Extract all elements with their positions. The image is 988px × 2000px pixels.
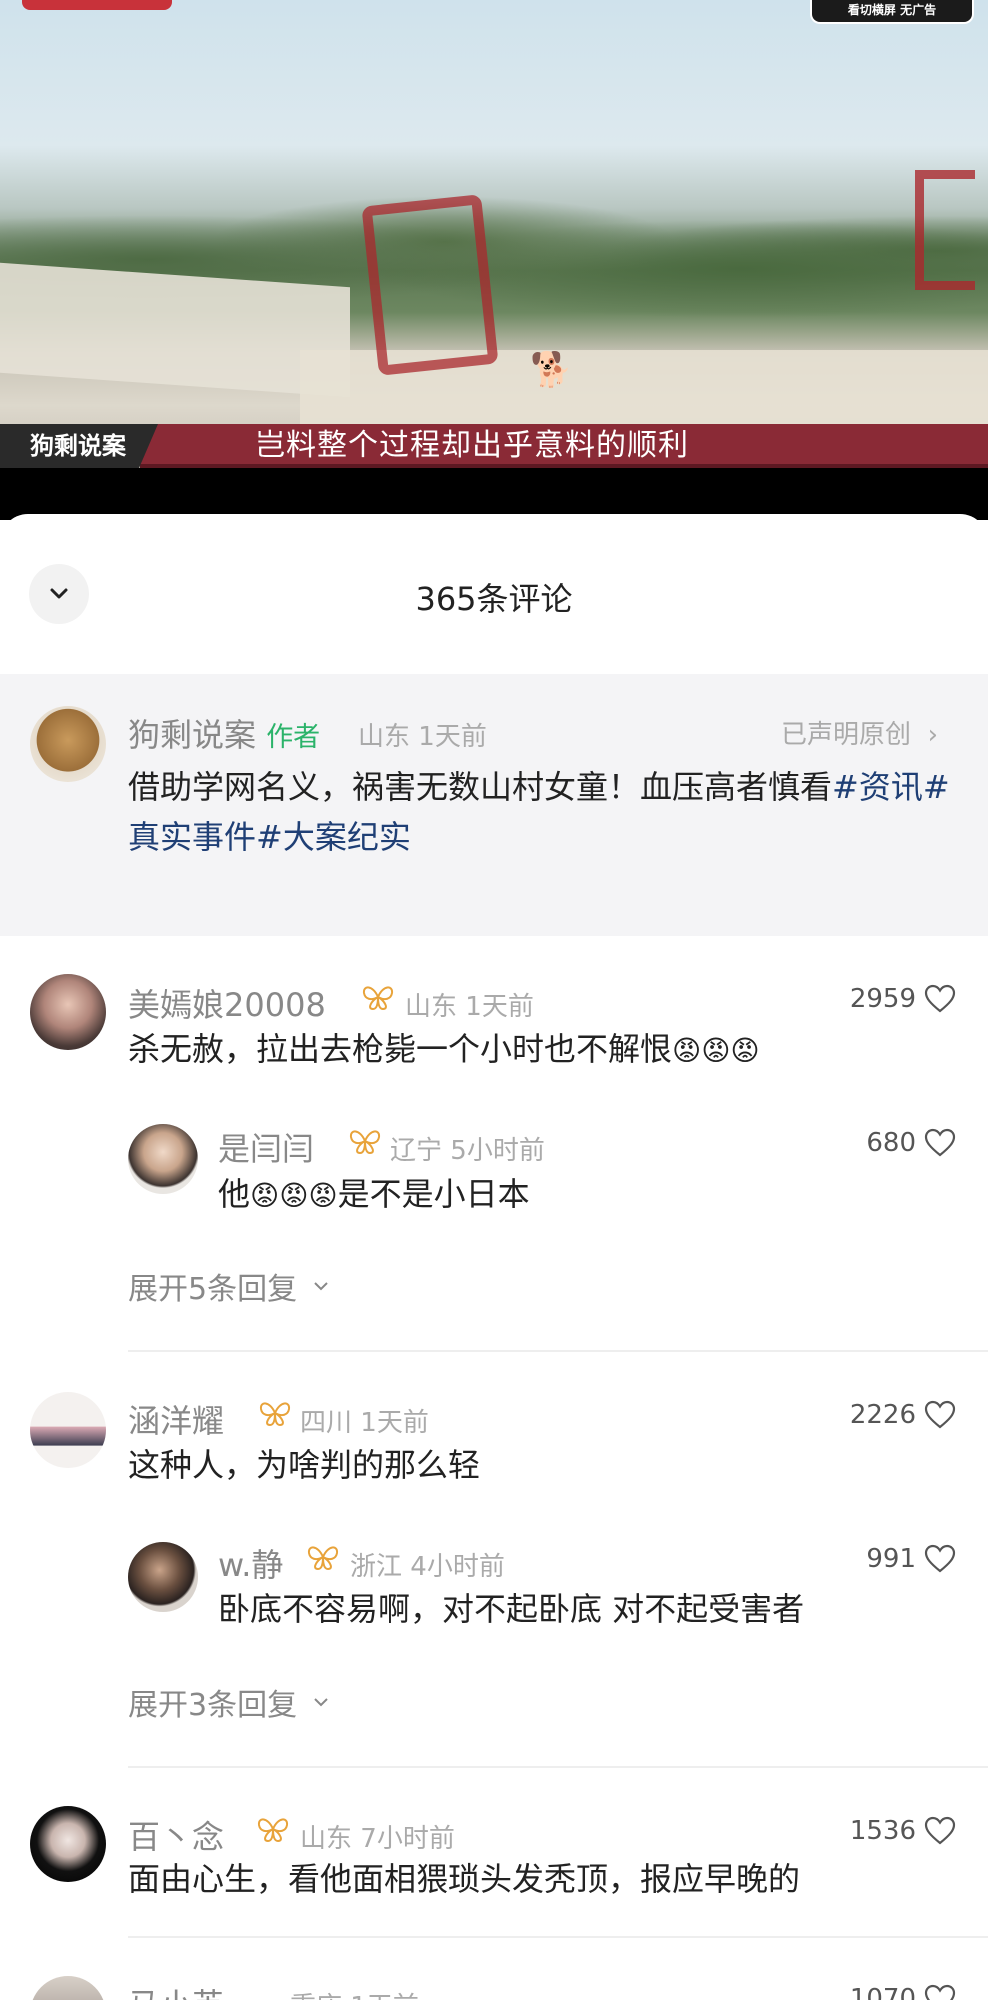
- author-meta: 山东 1天前: [358, 716, 487, 753]
- reply-meta: 辽宁 5小时前: [390, 1130, 545, 1167]
- chevron-down-icon: [314, 1698, 328, 1707]
- chevron-right-icon: ›: [919, 720, 938, 750]
- author-name[interactable]: 狗剩说案: [128, 716, 256, 754]
- reply-time: 4小时前: [410, 1552, 505, 1582]
- reply-location: 浙江: [350, 1552, 403, 1582]
- butterfly-badge-icon: [257, 1818, 289, 1843]
- reply-text: 卧底不容易啊，对不起卧底 对不起受害者: [218, 1590, 805, 1628]
- butterfly-badge-icon: [307, 1546, 339, 1571]
- author-name-row: 狗剩说案 作者: [128, 710, 320, 756]
- comment-time: 7小时前: [360, 1824, 455, 1854]
- comment-location: 四川: [300, 1408, 353, 1438]
- comment-username[interactable]: 马小英: [128, 1980, 224, 2000]
- angry-emoji-icon: 😡😡😡: [672, 1034, 760, 1067]
- comment-text: 杀无赦，拉出去枪毙一个小时也不解恨😡😡😡: [128, 1024, 958, 1076]
- author-comment[interactable]: 狗剩说案 作者 山东 1天前 已声明原创 › 借助学网名义，祸害无数山村女童！血…: [0, 674, 988, 936]
- expand-replies-button[interactable]: 展开3条回复: [128, 1680, 331, 1724]
- avatar[interactable]: [30, 974, 106, 1050]
- dog-mascot-icon: 🐕: [530, 350, 573, 390]
- like-count: 680: [866, 1128, 916, 1158]
- comment-username[interactable]: 美嫣娘20008: [128, 980, 326, 1026]
- comment-location: 山东: [300, 1824, 353, 1854]
- heart-outline-icon: [924, 1400, 956, 1429]
- comments-sheet: 365条评论 狗剩说案 作者 山东 1天前 已声明原创 › 借助学网名义，祸害无…: [0, 514, 988, 2000]
- video-frame-sign: [361, 194, 499, 376]
- like-count: 2226: [849, 1400, 916, 1430]
- comment-meta: 重庆 1天前: [290, 1986, 419, 2000]
- video-subtitle-bar: 狗剩说案 岂料整个过程却出乎意料的顺利: [0, 424, 988, 468]
- author-time: 1天前: [418, 722, 487, 752]
- original-claim-link[interactable]: 已声明原创 ›: [781, 714, 938, 751]
- comment-time: 1天前: [360, 1408, 429, 1438]
- butterfly-badge-icon: [259, 1402, 291, 1427]
- like-count: 1070: [849, 1984, 916, 2000]
- angry-emoji-icon: 😡😡😡: [250, 1179, 338, 1212]
- comment-text: 面由心生，看他面相猥琐头发秃顶，报应早晚的: [128, 1860, 801, 1898]
- heart-outline-icon: [924, 984, 956, 1013]
- reply-username[interactable]: w.静: [218, 1540, 283, 1586]
- comment-location: 重庆: [290, 1992, 342, 2000]
- butterfly-badge-icon: [362, 986, 394, 1011]
- avatar[interactable]: [30, 706, 106, 782]
- divider: [128, 1350, 988, 1352]
- comment-meta: 山东 1天前: [405, 986, 534, 1023]
- reply-username[interactable]: 是闫闫: [218, 1124, 314, 1170]
- expand-replies-label: 展开5条回复: [128, 1272, 298, 1307]
- reply-text-after: 是不是小日本: [337, 1175, 530, 1213]
- video-letterbox: [0, 468, 988, 520]
- author-tag: 作者: [266, 722, 321, 753]
- like-button[interactable]: 2226: [850, 1400, 956, 1430]
- video-top-badge: [22, 0, 172, 10]
- sheet-header: 365条评论: [0, 514, 988, 674]
- divider: [128, 1936, 988, 1938]
- chevron-down-icon: [314, 1282, 328, 1291]
- comment-meta: 四川 1天前: [300, 1402, 429, 1439]
- comment-username[interactable]: 百丶念: [128, 1812, 224, 1858]
- comment-time: 1天前: [465, 992, 534, 1022]
- author-comment-text: 借助学网名义，祸害无数山村女童！血压高者慎看#资讯#真实事件#大案纪实: [128, 762, 968, 862]
- channel-tag: 狗剩说案: [0, 424, 158, 468]
- like-count: 2959: [849, 984, 916, 1014]
- reply-text-before: 他: [218, 1175, 251, 1213]
- video-frame-wall: [0, 262, 350, 398]
- author-comment-main: 借助学网名义，祸害无数山村女童！血压高者慎看: [128, 768, 833, 806]
- like-button[interactable]: 1070: [850, 1984, 956, 2000]
- avatar[interactable]: [30, 1806, 106, 1882]
- like-button[interactable]: 680: [866, 1128, 956, 1158]
- video-frame-sign-2: [915, 170, 975, 290]
- heart-outline-icon: [924, 1128, 956, 1157]
- comment-text: 这种人，为啥判的那么轻: [128, 1446, 481, 1484]
- avatar[interactable]: [30, 1976, 106, 2000]
- reply-text: 他😡😡😡是不是小日本: [218, 1169, 958, 1221]
- like-button[interactable]: 991: [866, 1544, 956, 1574]
- heart-outline-icon: [924, 1984, 956, 2000]
- reply-location: 辽宁: [390, 1136, 443, 1166]
- comment-username[interactable]: 涵洋耀: [128, 1396, 224, 1442]
- butterfly-badge-icon: [349, 1130, 381, 1155]
- avatar[interactable]: [128, 1542, 198, 1612]
- video-corner-badge: 看切横屏 无广告: [810, 0, 974, 24]
- reply-meta: 浙江 4小时前: [350, 1546, 505, 1583]
- like-button[interactable]: 1536: [850, 1816, 956, 1846]
- expand-replies-label: 展开3条回复: [128, 1688, 298, 1723]
- comment-text-main: 杀无赦，拉出去枪毙一个小时也不解恨: [128, 1030, 673, 1068]
- heart-outline-icon: [924, 1816, 956, 1845]
- video-subtitle: 岂料整个过程却出乎意料的顺利: [255, 428, 689, 463]
- like-button[interactable]: 2959: [850, 984, 956, 1014]
- like-count: 991: [866, 1544, 916, 1574]
- comment-location: 山东: [405, 992, 458, 1022]
- comments-count-title: 365条评论: [415, 580, 573, 618]
- original-label: 已声明原创: [781, 720, 912, 750]
- reply-time: 5小时前: [450, 1136, 545, 1166]
- heart-outline-icon: [924, 1544, 956, 1573]
- expand-replies-button[interactable]: 展开5条回复: [128, 1264, 331, 1308]
- video-player[interactable]: 🐕 看切横屏 无广告 狗剩说案 岂料整个过程却出乎意料的顺利: [0, 0, 988, 520]
- comment-meta: 山东 7小时前: [300, 1818, 455, 1855]
- comment-time: 1天前: [350, 1992, 419, 2000]
- avatar[interactable]: [30, 1392, 106, 1468]
- divider: [128, 1766, 988, 1768]
- author-location: 山东: [358, 722, 411, 752]
- avatar[interactable]: [128, 1124, 198, 1194]
- like-count: 1536: [849, 1816, 916, 1846]
